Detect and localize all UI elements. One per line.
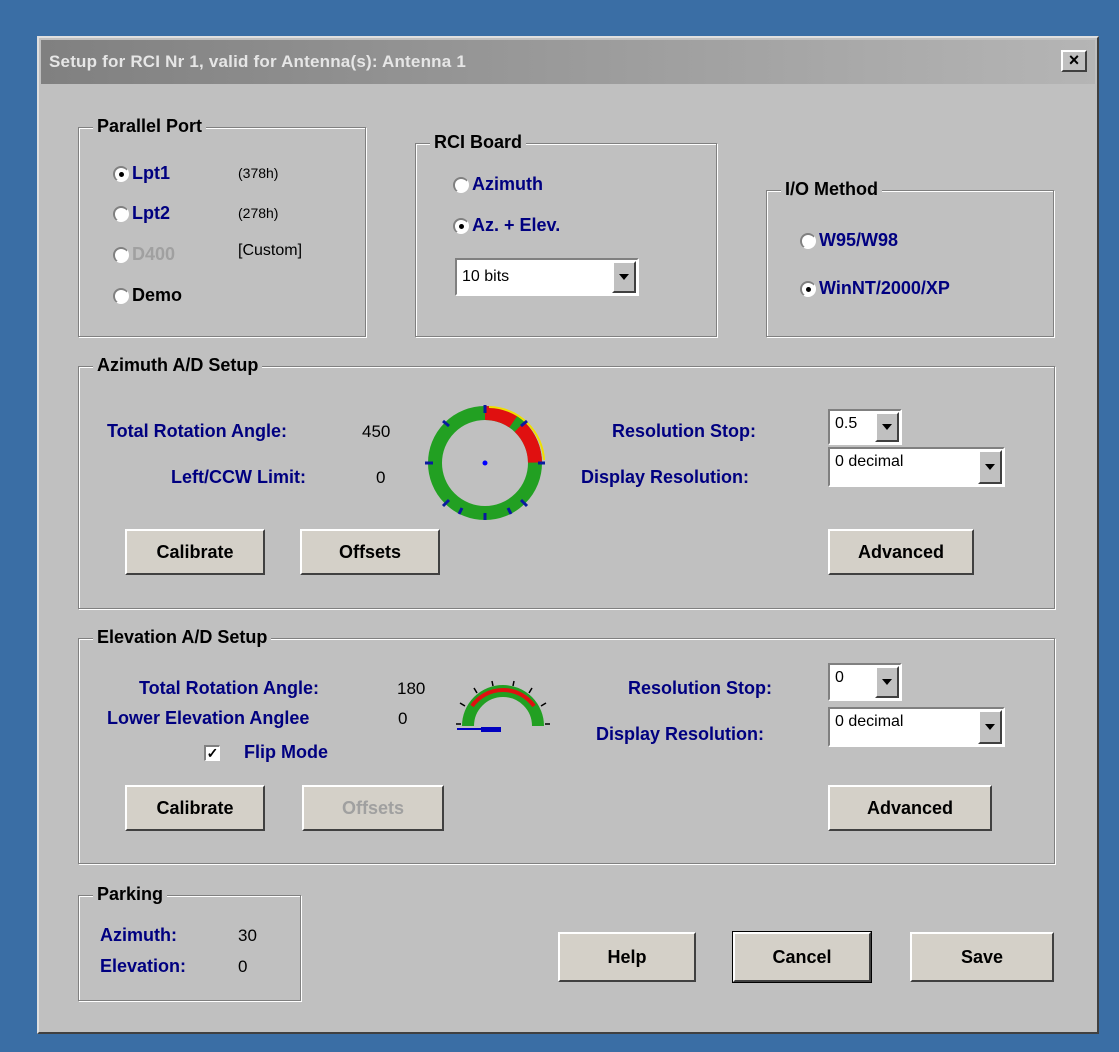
el-resolution-stop-value: 0 xyxy=(835,669,844,686)
az-display-resolution-value: 0 decimal xyxy=(835,453,904,470)
parking-group: Parking xyxy=(78,884,301,1001)
radio-dot xyxy=(113,287,129,304)
lpt2-address: (278h) xyxy=(238,205,279,221)
io-method-label: I/O Method xyxy=(781,179,882,200)
flip-mode-checkbox[interactable]: ✓ xyxy=(204,745,220,761)
az-resolution-stop-label: Resolution Stop: xyxy=(612,421,756,441)
parking-azimuth-label: Azimuth: xyxy=(100,925,177,945)
window-title: Setup for RCI Nr 1, valid for Antenna(s)… xyxy=(49,52,466,71)
bits-value: 10 bits xyxy=(462,268,510,285)
radio-dot xyxy=(113,165,129,182)
lpt1-label: Lpt1 xyxy=(132,163,170,183)
radio-dot xyxy=(113,246,129,263)
radio-dot xyxy=(113,205,129,222)
close-button[interactable]: × xyxy=(1061,50,1087,72)
el-advanced-button[interactable]: Advanced xyxy=(828,785,992,831)
parallel-port-label: Parallel Port xyxy=(93,116,207,137)
help-button[interactable]: Help xyxy=(558,932,696,982)
el-lower-label: Lower Elevation Anglee xyxy=(107,708,310,728)
az-display-resolution-select[interactable]: 0 decimal xyxy=(828,447,1005,487)
radio-dot xyxy=(453,176,469,193)
chevron-down-icon[interactable] xyxy=(875,666,899,698)
radio-dot xyxy=(453,217,469,234)
radio-winnt[interactable]: WinNT/2000/XP xyxy=(800,278,950,299)
rci-board-label: RCI Board xyxy=(430,132,527,153)
el-total-rotation-value: 180 xyxy=(397,679,426,698)
el-lower-value: 0 xyxy=(398,709,408,728)
radio-lpt2[interactable]: Lpt2 xyxy=(113,203,170,224)
radio-azimuth[interactable]: Azimuth xyxy=(453,174,543,195)
parking-elevation-label: Elevation: xyxy=(100,956,187,976)
io-method-group: I/O Method xyxy=(766,179,1054,337)
chevron-down-icon[interactable] xyxy=(978,710,1002,744)
radio-dot xyxy=(800,280,816,297)
az-elev-option-label: Az. + Elev. xyxy=(472,215,561,235)
el-total-rotation-label: Total Rotation Angle: xyxy=(139,678,319,698)
lpt1-address: (378h) xyxy=(238,165,279,181)
azimuth-gauge-icon xyxy=(425,405,545,520)
chevron-down-icon[interactable] xyxy=(978,450,1002,484)
radio-lpt1[interactable]: Lpt1 xyxy=(113,163,170,184)
azimuth-setup-label: Azimuth A/D Setup xyxy=(93,355,263,376)
el-display-resolution-label: Display Resolution: xyxy=(596,724,765,744)
cancel-button[interactable]: Cancel xyxy=(732,931,872,983)
el-display-resolution-value: 0 decimal xyxy=(835,713,904,730)
az-resolution-stop-value: 0.5 xyxy=(835,415,858,432)
lpt2-label: Lpt2 xyxy=(132,203,170,223)
chevron-down-icon[interactable] xyxy=(612,261,636,293)
bits-select[interactable]: 10 bits xyxy=(455,258,639,296)
az-limit-label: Left/CCW Limit: xyxy=(171,467,306,487)
az-display-resolution-label: Display Resolution: xyxy=(581,467,750,487)
az-calibrate-button[interactable]: Calibrate xyxy=(125,529,265,575)
az-total-rotation-label: Total Rotation Angle: xyxy=(107,421,287,441)
parking-azimuth-value: 30 xyxy=(238,926,257,945)
winnt-label: WinNT/2000/XP xyxy=(819,278,950,298)
parking-elevation-value: 0 xyxy=(238,957,248,976)
az-offsets-button[interactable]: Offsets xyxy=(300,529,440,575)
parking-label: Parking xyxy=(93,884,168,905)
el-display-resolution-select[interactable]: 0 decimal xyxy=(828,707,1005,747)
elevation-gauge-icon xyxy=(456,680,550,732)
w95-label: W95/W98 xyxy=(819,230,899,250)
save-button[interactable]: Save xyxy=(910,932,1054,982)
el-offsets-button[interactable]: Offsets xyxy=(302,785,444,831)
radio-az-elev[interactable]: Az. + Elev. xyxy=(453,215,560,236)
d400-custom: [Custom] xyxy=(238,242,303,259)
el-resolution-stop-select[interactable]: 0 xyxy=(828,663,902,701)
chevron-down-icon[interactable] xyxy=(875,412,899,442)
radio-d400[interactable]: D400 xyxy=(113,244,175,265)
azimuth-option-label: Azimuth xyxy=(472,174,543,194)
az-advanced-button[interactable]: Advanced xyxy=(828,529,974,575)
d400-label: D400 xyxy=(132,244,176,264)
el-resolution-stop-label: Resolution Stop: xyxy=(628,678,772,698)
az-limit-value: 0 xyxy=(376,468,386,487)
demo-label: Demo xyxy=(132,285,183,305)
rci-board-group: RCI Board xyxy=(415,132,717,337)
az-resolution-stop-select[interactable]: 0.5 xyxy=(828,409,902,445)
az-total-rotation-value: 450 xyxy=(362,422,391,441)
radio-w95[interactable]: W95/W98 xyxy=(800,230,898,251)
radio-dot xyxy=(800,232,816,249)
el-calibrate-button[interactable]: Calibrate xyxy=(125,785,265,831)
flip-mode-label[interactable]: Flip Mode xyxy=(244,742,328,763)
elevation-setup-label: Elevation A/D Setup xyxy=(93,627,272,648)
title-bar[interactable]: Setup for RCI Nr 1, valid for Antenna(s)… xyxy=(41,40,1095,84)
radio-demo[interactable]: Demo xyxy=(113,285,182,306)
